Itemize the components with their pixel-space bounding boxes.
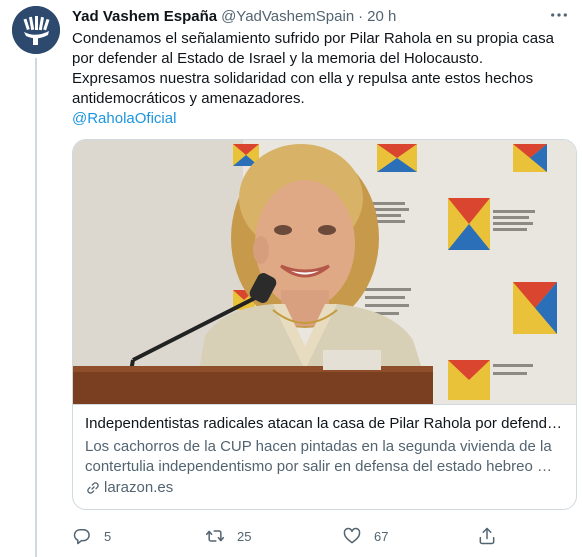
card-domain[interactable]: larazon.es <box>85 478 564 498</box>
separator-dot: · <box>358 7 364 25</box>
retweet-count: 25 <box>237 528 252 544</box>
yad-vashem-logo-icon <box>12 6 60 54</box>
display-name[interactable]: Yad Vashem España <box>72 8 217 25</box>
link-icon <box>87 482 99 494</box>
reply-icon <box>73 529 90 545</box>
retweet-button[interactable]: 25 <box>205 524 251 548</box>
avatar[interactable] <box>12 6 60 54</box>
like-button[interactable]: 67 <box>342 524 388 548</box>
retweet-icon <box>205 530 225 542</box>
card-body[interactable]: Independentistas radicales atacan la cas… <box>73 404 576 509</box>
link-card[interactable]: Independentistas radicales atacan la cas… <box>72 139 577 510</box>
card-domain-text: larazon.es <box>104 479 174 496</box>
tweet[interactable]: Yad Vashem España @YadVashemSpain · 20 h… <box>0 0 582 557</box>
card-description: Los cachorros de la CUP hacen pintadas e… <box>85 438 552 475</box>
share-icon <box>479 527 495 545</box>
tweet-text-line: Condenamos el señalamiento sufrido por P… <box>72 30 554 67</box>
card-title[interactable]: Independentistas radicales atacan la cas… <box>85 414 564 434</box>
card-image[interactable] <box>73 140 576 404</box>
heart-icon <box>343 527 361 544</box>
share-button[interactable] <box>477 524 497 548</box>
tweet-header: Yad Vashem España @YadVashemSpain · 20 h <box>72 6 396 26</box>
action-bar: 5 25 67 <box>72 524 512 548</box>
user-handle[interactable]: @YadVashemSpain <box>221 8 354 25</box>
reply-button[interactable]: 5 <box>72 524 111 548</box>
tweet-text: Condenamos el señalamiento sufrido por P… <box>72 29 578 129</box>
mention-link[interactable]: @RaholaOficial <box>72 110 176 127</box>
thread-line <box>35 58 37 557</box>
reply-count: 5 <box>104 528 112 544</box>
tweet-text-line: Expresamos nuestra solidaridad con ella … <box>72 70 534 107</box>
like-count: 67 <box>374 528 389 544</box>
timestamp[interactable]: 20 h <box>367 8 396 25</box>
more-icon[interactable] <box>548 8 570 24</box>
